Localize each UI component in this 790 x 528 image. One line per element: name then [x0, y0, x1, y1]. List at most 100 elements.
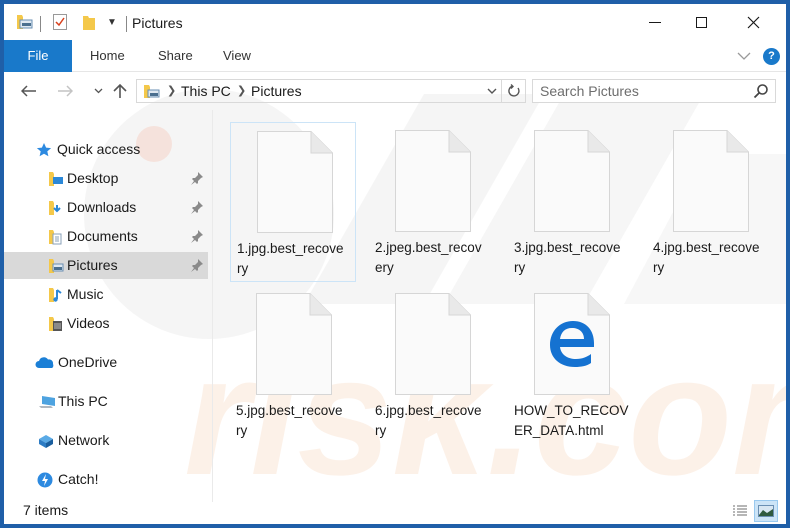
title-bar: ▼ Pictures	[4, 4, 786, 40]
file-item[interactable]: 5.jpg.best_recove ry	[230, 285, 356, 445]
file-name: 6.jpg.best_recove ry	[375, 403, 482, 438]
file-name: 3.jpg.best_recove ry	[514, 240, 621, 275]
onedrive-cloud-icon	[35, 357, 54, 368]
nav-downloads[interactable]: Downloads	[4, 194, 208, 221]
pictures-folder-icon	[144, 85, 160, 98]
file-item[interactable]: 1.jpg.best_recove ry	[230, 122, 356, 282]
forward-button[interactable]	[54, 80, 76, 102]
nav-label: Pictures	[67, 257, 118, 273]
nav-this-pc[interactable]: This PC	[4, 388, 208, 415]
up-button[interactable]	[109, 80, 131, 102]
breadcrumb-separator-icon: ❯	[167, 85, 177, 97]
tab-view[interactable]: View	[217, 40, 257, 72]
file-name: 5.jpg.best_recove ry	[236, 403, 343, 438]
blank-file-icon	[395, 293, 471, 395]
address-bar[interactable]: ❯ This PC ❯ Pictures	[136, 79, 502, 103]
window-title: Pictures	[132, 15, 183, 31]
file-item[interactable]: 4.jpg.best_recove ry	[647, 122, 773, 282]
nav-label: Network	[58, 432, 110, 448]
desktop-folder-icon	[49, 172, 63, 186]
tab-home[interactable]: Home	[84, 40, 131, 72]
file-name: 1.jpg.best_recove ry	[237, 241, 344, 276]
nav-label: Quick access	[57, 141, 141, 157]
nav-pictures[interactable]: Pictures	[4, 252, 208, 279]
customize-qat-dropdown-icon[interactable]: ▼	[107, 17, 117, 28]
maximize-icon	[695, 16, 707, 28]
nav-music[interactable]: Music	[4, 281, 208, 308]
catch-icon	[37, 472, 53, 488]
computer-icon	[39, 396, 55, 408]
minimize-button[interactable]	[632, 4, 678, 40]
nav-videos[interactable]: Videos	[4, 310, 208, 337]
music-folder-icon	[49, 288, 62, 302]
minimize-icon	[649, 21, 661, 23]
search-icon[interactable]	[753, 83, 769, 99]
qat-separator	[126, 16, 127, 32]
help-button[interactable]: ?	[763, 48, 780, 65]
forward-arrow-icon	[58, 85, 73, 97]
file-explorer-window: risk.com ▼ Pictures	[4, 4, 786, 524]
file-item[interactable]: 3.jpg.best_recove ry	[508, 122, 634, 282]
pin-icon[interactable]	[190, 171, 204, 185]
back-button[interactable]	[18, 80, 40, 102]
pin-icon[interactable]	[190, 200, 204, 214]
nav-onedrive[interactable]: OneDrive	[4, 349, 208, 376]
properties-icon[interactable]	[53, 14, 67, 30]
details-view-icon	[733, 505, 747, 516]
large-icons-view-icon	[758, 505, 774, 517]
file-name: HOW_TO_RECOV ER_DATA.html	[514, 403, 629, 438]
edge-browser-icon	[550, 321, 594, 367]
pane-divider[interactable]	[212, 110, 213, 502]
nav-label: This PC	[58, 393, 108, 409]
blank-file-icon	[534, 130, 610, 232]
nav-documents[interactable]: Documents	[4, 223, 208, 250]
up-arrow-icon	[113, 83, 127, 98]
tab-file[interactable]: File	[4, 40, 72, 72]
expand-ribbon-chevron-icon[interactable]	[737, 52, 751, 61]
nav-label: Desktop	[67, 170, 119, 186]
breadcrumb-separator-icon[interactable]: ❯	[237, 84, 246, 97]
videos-folder-icon	[49, 317, 62, 331]
nav-desktop[interactable]: Desktop	[4, 165, 208, 192]
refresh-button[interactable]	[502, 79, 526, 103]
tab-share[interactable]: Share	[152, 40, 199, 72]
network-icon	[39, 435, 53, 448]
nav-quick-access[interactable]: Quick access	[4, 136, 208, 163]
nav-catch[interactable]: Catch!	[4, 466, 208, 493]
explorer-folder-icon[interactable]	[16, 14, 34, 30]
details-view-button[interactable]	[728, 500, 752, 522]
maximize-button[interactable]	[678, 4, 724, 40]
documents-folder-icon	[49, 230, 62, 245]
navigation-bar: ❯ This PC ❯ Pictures	[4, 72, 786, 110]
qat-separator	[40, 16, 41, 32]
nav-label: Documents	[67, 228, 138, 244]
new-folder-icon[interactable]	[83, 14, 95, 30]
html-file-icon	[534, 293, 610, 395]
file-item[interactable]: 6.jpg.best_recove ry	[369, 285, 495, 445]
blank-file-icon	[256, 293, 332, 395]
ribbon-tabs: File Home Share View ?	[4, 40, 786, 72]
file-item[interactable]: HOW_TO_RECOV ER_DATA.html	[508, 285, 634, 445]
back-arrow-icon	[21, 85, 36, 97]
downloads-folder-icon	[49, 201, 61, 215]
pin-icon[interactable]	[190, 229, 204, 243]
breadcrumb-pictures[interactable]: Pictures	[251, 83, 302, 99]
search-input[interactable]	[540, 83, 750, 99]
blank-file-icon	[395, 130, 471, 232]
pin-icon[interactable]	[190, 258, 204, 272]
file-item[interactable]: 2.jpeg.best_recov ery	[369, 122, 495, 282]
close-button[interactable]	[730, 4, 776, 40]
status-bar: 7 items	[4, 500, 786, 524]
navigation-pane: Quick access Desktop Downloads Documents	[4, 110, 212, 500]
nav-label: OneDrive	[58, 354, 118, 370]
recent-locations-button[interactable]	[87, 80, 109, 102]
address-history-chevron-icon[interactable]	[487, 88, 497, 95]
breadcrumb-this-pc[interactable]: This PC	[181, 83, 231, 99]
nav-network[interactable]: Network	[4, 427, 208, 454]
file-name: 2.jpeg.best_recov ery	[375, 240, 482, 275]
large-icons-view-button[interactable]	[754, 500, 778, 522]
file-list: 1.jpg.best_recove ry 2.jpeg.best_recov ery…	[220, 110, 786, 500]
file-name: 4.jpg.best_recove ry	[653, 240, 760, 275]
blank-file-icon	[257, 131, 333, 233]
search-box[interactable]	[532, 79, 776, 103]
